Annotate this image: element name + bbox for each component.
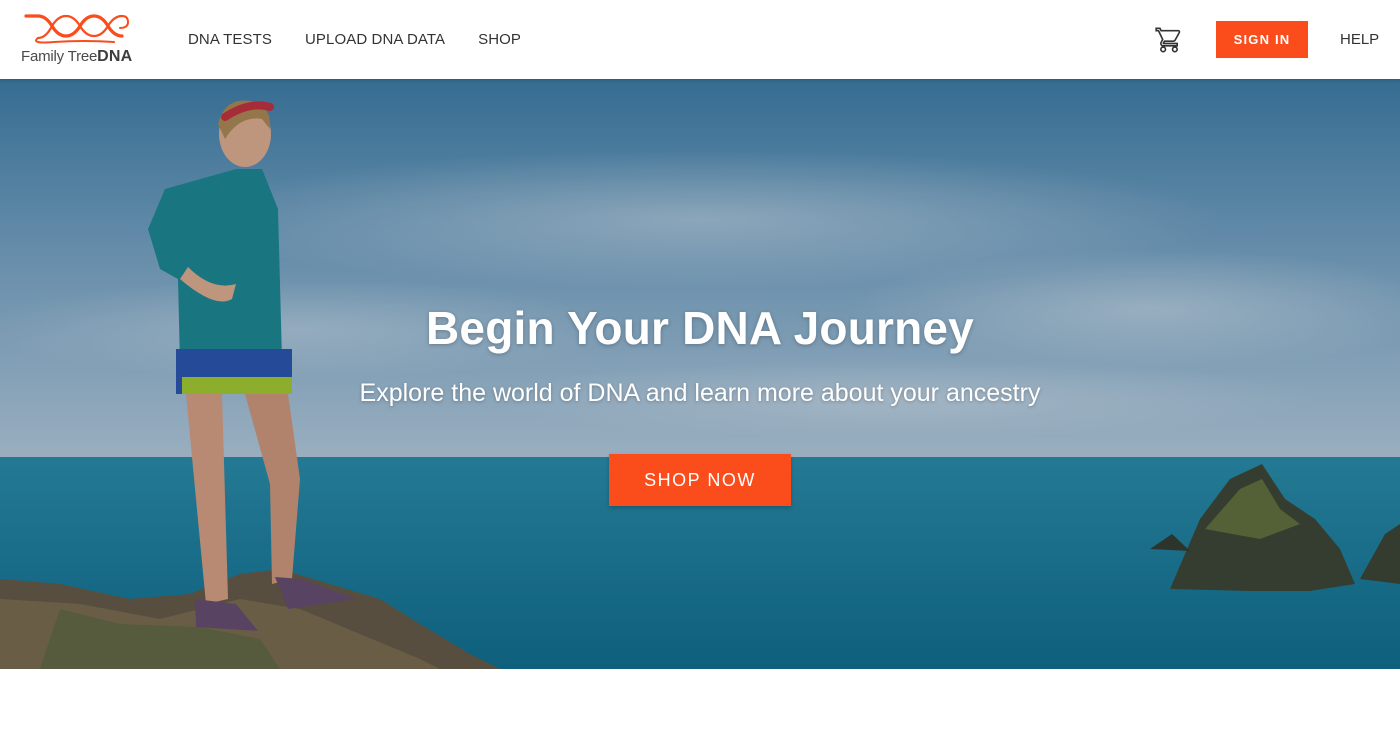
shop-now-button[interactable]: SHOP NOW bbox=[609, 454, 791, 506]
dna-helix-logo-icon bbox=[24, 14, 130, 44]
site-header: Family TreeDNA DNA TESTS UPLOAD DNA DATA… bbox=[0, 0, 1400, 79]
main-nav: DNA TESTS UPLOAD DNA DATA SHOP bbox=[188, 0, 554, 79]
nav-dna-tests[interactable]: DNA TESTS bbox=[188, 31, 272, 48]
logo-name: Family Tree bbox=[21, 48, 98, 65]
logo-name-strong: DNA bbox=[97, 48, 133, 65]
help-link[interactable]: HELP bbox=[1340, 31, 1379, 48]
nav-upload-dna-data[interactable]: UPLOAD DNA DATA bbox=[305, 31, 445, 48]
sign-in-button[interactable]: SIGN IN bbox=[1216, 21, 1308, 58]
nav-shop[interactable]: SHOP bbox=[478, 31, 521, 48]
site-logo[interactable]: Family TreeDNA bbox=[20, 12, 136, 66]
hero-subtitle: Explore the world of DNA and learn more … bbox=[359, 379, 1041, 407]
hero-banner: Begin Your DNA Journey Explore the world… bbox=[0, 79, 1400, 669]
hero-title: Begin Your DNA Journey bbox=[426, 302, 974, 354]
shopping-cart-icon[interactable] bbox=[1155, 26, 1183, 54]
hero-overlay bbox=[0, 79, 1400, 669]
logo-wordmark: Family TreeDNA bbox=[21, 48, 132, 66]
